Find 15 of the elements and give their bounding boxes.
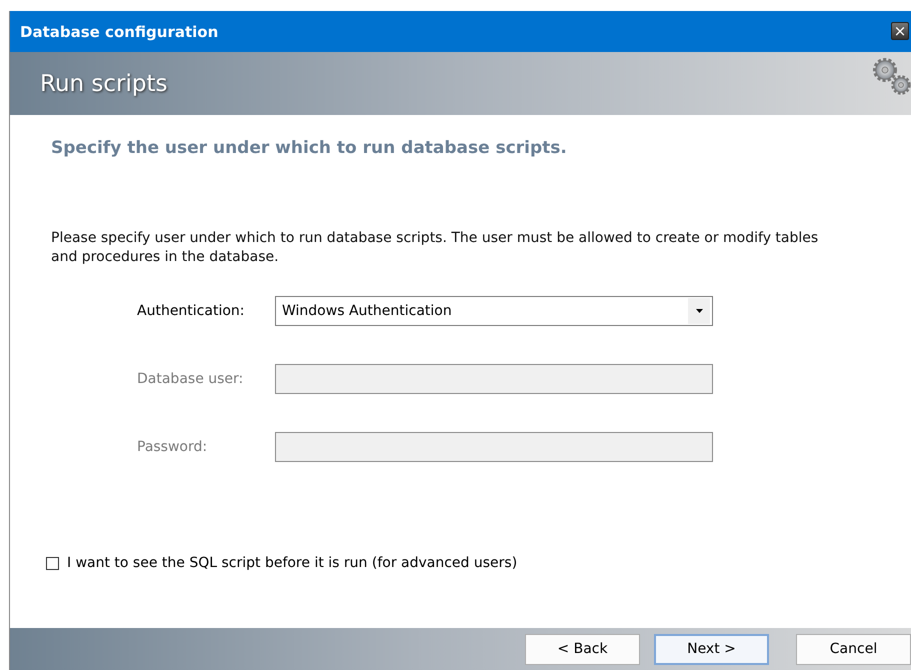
field-label: Database user:	[137, 371, 244, 387]
wizard-button[interactable]: Next >	[654, 634, 769, 664]
wizard-button[interactable]: < Back	[525, 634, 640, 664]
checkbox[interactable]	[46, 556, 59, 570]
close-button[interactable]: ×	[891, 22, 909, 40]
dropdown-arrow-icon	[696, 309, 702, 313]
field-label: Authentication:	[137, 303, 246, 319]
page-title: Run scripts	[40, 70, 168, 96]
wizard-button[interactable]: Cancel	[796, 634, 911, 664]
description-text: Please specify user under which to run database scripts. The user must be allowed to create or modify tables and procedures in the database.	[51, 229, 820, 267]
window-title: Database configuration	[20, 22, 218, 40]
authentication-dropdown[interactable]: Windows Authentication	[275, 296, 713, 326]
field-label: Password:	[137, 439, 208, 455]
section-heading: Specify the user under which to run database scripts.	[51, 138, 568, 158]
checkbox-label[interactable]: I want to see the SQL script before it is run (for advanced users)	[67, 555, 518, 571]
